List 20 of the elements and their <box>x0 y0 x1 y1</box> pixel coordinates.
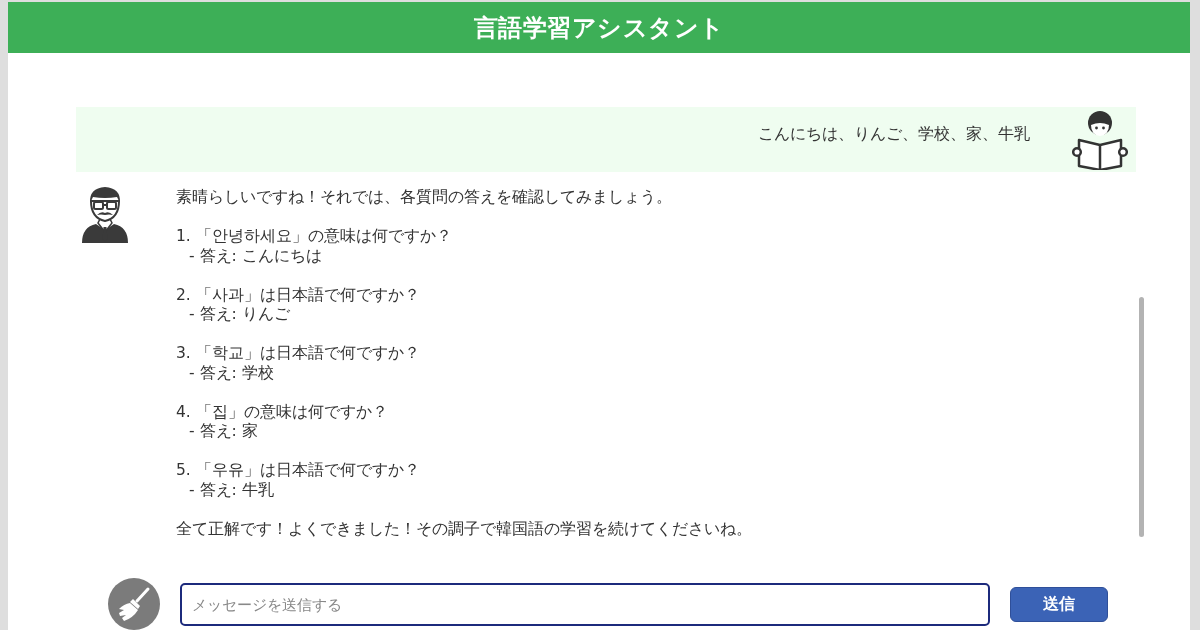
answer-text: - 答え: 家 <box>189 422 258 442</box>
answer-text: - 答え: 学校 <box>189 363 274 383</box>
person-reading-icon <box>1072 109 1128 170</box>
question-text: 3. 「학교」は日本語で何ですか？ <box>176 344 420 364</box>
send-button[interactable]: 送信 <box>1010 587 1108 622</box>
message-text: こんにちは、りんご、学校、家、牛乳 <box>758 123 1030 144</box>
app-title: 言語学習アシスタント <box>473 12 725 44</box>
question-text: 4. 「집」の意味は何ですか？ <box>176 402 388 422</box>
question-text: 1. 「안녕하세요」の意味は何ですか？ <box>176 227 452 247</box>
question-text: 5. 「우유」は日本語で何ですか？ <box>176 461 420 481</box>
man-avatar-icon <box>80 185 130 245</box>
answer-text: - 答え: りんご <box>189 305 290 325</box>
message-text: 素晴らしいですね！それでは、各質問の答えを確認してみましょう。 <box>176 188 672 208</box>
answer-text: - 答え: こんにちは <box>189 246 322 266</box>
message-text: 全て正解です！よくできました！その調子で韓国語の学習を続けてくださいね。 <box>176 519 752 539</box>
message-input[interactable]: メッセージを送信する <box>180 583 990 626</box>
answer-text: - 答え: 牛乳 <box>189 480 274 500</box>
question-text: 2. 「사과」は日本語で何ですか？ <box>176 285 420 305</box>
broom-icon[interactable] <box>108 578 160 630</box>
scrollbar-thumb[interactable] <box>1139 297 1144 537</box>
